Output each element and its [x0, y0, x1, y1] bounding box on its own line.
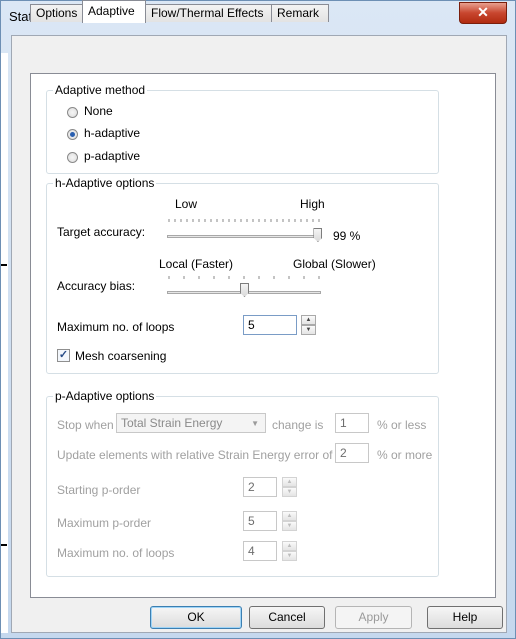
group-title: h-Adaptive options [53, 176, 157, 190]
or-less-label: % or less [377, 418, 427, 432]
close-icon: ✕ [477, 4, 489, 20]
p-max-loops-spinner[interactable]: ▲ ▼ [282, 541, 297, 561]
spin-up-icon[interactable]: ▲ [301, 315, 316, 325]
mesh-coarsening-checkbox[interactable]: ✓ [57, 349, 70, 362]
radio-h-adaptive-label: h-adaptive [84, 126, 141, 140]
bias-low-label: Local (Faster) [159, 257, 234, 271]
checkmark-icon: ✓ [58, 349, 69, 361]
max-loops-input[interactable]: 5 [243, 315, 297, 335]
change-value-input[interactable]: 1 [335, 413, 369, 433]
spin-down-icon[interactable]: ▼ [301, 325, 316, 335]
tab-flow-thermal[interactable]: Flow/Thermal Effects [145, 4, 272, 22]
p-max-loops-input[interactable]: 4 [243, 541, 277, 561]
group-title: p-Adaptive options [53, 389, 157, 403]
edge-marker [1, 544, 7, 546]
target-accuracy-slider-track[interactable] [167, 235, 321, 238]
group-title: Adaptive method [53, 83, 148, 97]
starting-order-input[interactable]: 2 [243, 477, 277, 497]
max-order-spinner[interactable]: ▲ ▼ [282, 511, 297, 531]
update-elements-label: Update elements with relative Strain Ene… [57, 448, 333, 462]
radio-h-adaptive[interactable] [67, 129, 78, 140]
or-more-label: % or more [377, 448, 433, 462]
stop-when-label: Stop when [57, 418, 114, 432]
bias-high-label: Global (Slower) [293, 257, 376, 271]
radio-none-label: None [84, 104, 113, 118]
accuracy-bias-ticks [168, 276, 320, 279]
window-left-edge [1, 53, 8, 633]
mesh-coarsening-label: Mesh coarsening [75, 349, 167, 363]
spin-down-icon[interactable]: ▼ [282, 487, 297, 497]
max-order-input[interactable]: 5 [243, 511, 277, 531]
spin-up-icon[interactable]: ▲ [282, 511, 297, 521]
starting-order-spinner[interactable]: ▲ ▼ [282, 477, 297, 497]
cancel-button[interactable]: Cancel [249, 606, 325, 629]
target-accuracy-label: Target accuracy: [57, 225, 146, 239]
target-accuracy-ticks [168, 219, 320, 222]
tab-options[interactable]: Options [30, 4, 83, 22]
radio-none[interactable] [67, 107, 78, 118]
accuracy-bias-label: Accuracy bias: [57, 279, 136, 293]
criterion-value: Total Strain Energy [121, 416, 223, 430]
criterion-select[interactable]: Total Strain Energy ▼ [116, 413, 266, 433]
spin-up-icon[interactable]: ▲ [282, 477, 297, 487]
slider-low-label: Low [175, 197, 198, 211]
max-order-label: Maximum p-order [57, 516, 152, 530]
help-button[interactable]: Help [427, 606, 503, 629]
radio-p-adaptive[interactable] [67, 152, 78, 163]
p-max-loops-label: Maximum no. of loops [57, 546, 175, 560]
spin-down-icon[interactable]: ▼ [282, 551, 297, 561]
ok-button[interactable]: OK [150, 606, 242, 629]
edge-marker [1, 264, 7, 266]
chevron-down-icon: ▼ [251, 419, 259, 428]
max-loops-spinner[interactable]: ▲ ▼ [301, 315, 316, 335]
tab-adaptive[interactable]: Adaptive [82, 0, 146, 23]
slider-high-label: High [300, 197, 325, 211]
target-accuracy-value: 99 % [333, 229, 361, 243]
starting-order-label: Starting p-order [57, 483, 141, 497]
change-is-label: change is [272, 418, 324, 432]
tab-remark[interactable]: Remark [271, 4, 329, 22]
close-button[interactable]: ✕ [459, 2, 507, 24]
max-loops-label: Maximum no. of loops [57, 320, 175, 334]
radio-p-adaptive-label: p-adaptive [84, 149, 141, 163]
spin-up-icon[interactable]: ▲ [282, 541, 297, 551]
update-value-input[interactable]: 2 [335, 443, 369, 463]
apply-button[interactable]: Apply [335, 606, 412, 629]
spin-down-icon[interactable]: ▼ [282, 521, 297, 531]
